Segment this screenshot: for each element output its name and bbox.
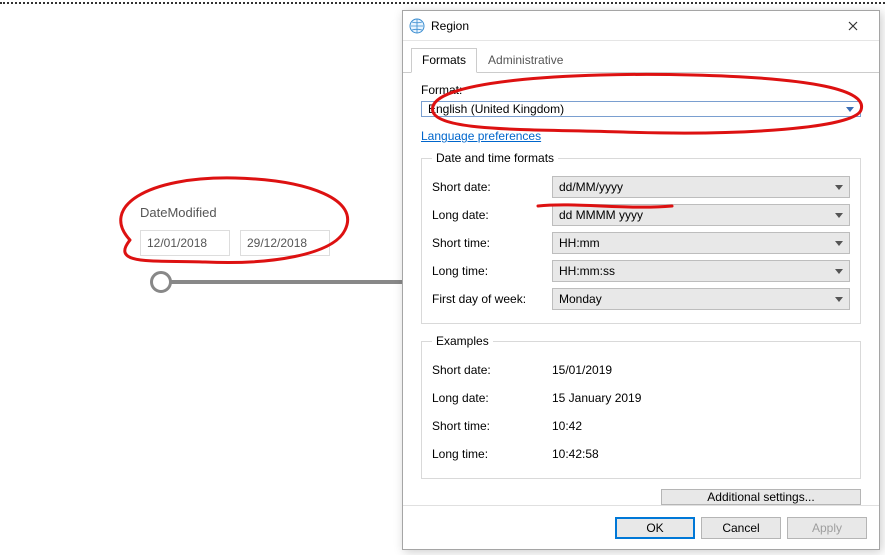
long-date-label: Long date: bbox=[432, 208, 552, 222]
language-preferences-link[interactable]: Language preferences bbox=[421, 129, 861, 143]
first-day-select[interactable]: Monday bbox=[552, 288, 850, 310]
close-icon bbox=[848, 21, 858, 31]
dialog-title: Region bbox=[431, 19, 833, 33]
slicer-handle[interactable] bbox=[150, 271, 172, 293]
apply-button: Apply bbox=[787, 517, 867, 539]
additional-settings-button[interactable]: Additional settings... bbox=[661, 489, 861, 505]
tab-administrative[interactable]: Administrative bbox=[477, 48, 574, 73]
examples-legend: Examples bbox=[432, 334, 493, 348]
ex-long-time-label: Long time: bbox=[432, 447, 552, 461]
chevron-down-icon bbox=[846, 107, 854, 112]
short-date-select[interactable]: dd/MM/yyyy bbox=[552, 176, 850, 198]
short-time-label: Short time: bbox=[432, 236, 552, 250]
examples-group: Examples Short date: 15/01/2019 Long dat… bbox=[421, 334, 861, 479]
chevron-down-icon bbox=[835, 269, 843, 274]
ex-long-date-value: 15 January 2019 bbox=[552, 391, 850, 405]
long-time-label: Long time: bbox=[432, 264, 552, 278]
tab-formats[interactable]: Formats bbox=[411, 48, 477, 73]
chevron-down-icon bbox=[835, 213, 843, 218]
slicer-track bbox=[155, 280, 405, 284]
long-date-select[interactable]: dd MMMM yyyy bbox=[552, 204, 850, 226]
dotted-separator bbox=[0, 2, 885, 4]
short-time-value: HH:mm bbox=[559, 236, 600, 250]
short-time-select[interactable]: HH:mm bbox=[552, 232, 850, 254]
ok-button[interactable]: OK bbox=[615, 517, 695, 539]
long-time-select[interactable]: HH:mm:ss bbox=[552, 260, 850, 282]
date-time-formats-group: Date and time formats Short date: dd/MM/… bbox=[421, 151, 861, 324]
format-label: Format: bbox=[421, 83, 861, 97]
ex-long-time-value: 10:42:58 bbox=[552, 447, 850, 461]
dialog-tabs: Formats Administrative bbox=[403, 41, 879, 73]
ex-short-date-value: 15/01/2019 bbox=[552, 363, 850, 377]
chevron-down-icon bbox=[835, 185, 843, 190]
globe-icon bbox=[409, 18, 425, 34]
long-time-value: HH:mm:ss bbox=[559, 264, 615, 278]
close-button[interactable] bbox=[833, 15, 873, 37]
cancel-button[interactable]: Cancel bbox=[701, 517, 781, 539]
ex-short-time-label: Short time: bbox=[432, 419, 552, 433]
date-time-formats-legend: Date and time formats bbox=[432, 151, 558, 165]
chevron-down-icon bbox=[835, 241, 843, 246]
slicer-from-input[interactable] bbox=[140, 230, 230, 256]
slicer-title: DateModified bbox=[140, 205, 330, 220]
long-date-value: dd MMMM yyyy bbox=[559, 208, 643, 222]
chevron-down-icon bbox=[835, 297, 843, 302]
dialog-titlebar: Region bbox=[403, 11, 879, 41]
slicer-to-input[interactable] bbox=[240, 230, 330, 256]
ex-short-time-value: 10:42 bbox=[552, 419, 850, 433]
short-date-label: Short date: bbox=[432, 180, 552, 194]
date-slicer: DateModified bbox=[140, 205, 330, 256]
dialog-footer: OK Cancel Apply bbox=[403, 505, 879, 549]
first-day-value: Monday bbox=[559, 292, 602, 306]
first-day-label: First day of week: bbox=[432, 292, 552, 306]
short-date-value: dd/MM/yyyy bbox=[559, 180, 623, 194]
ex-short-date-label: Short date: bbox=[432, 363, 552, 377]
region-dialog: Region Formats Administrative Format: En… bbox=[402, 10, 880, 550]
format-select-value: English (United Kingdom) bbox=[428, 102, 564, 116]
ex-long-date-label: Long date: bbox=[432, 391, 552, 405]
format-select[interactable]: English (United Kingdom) bbox=[421, 101, 861, 117]
